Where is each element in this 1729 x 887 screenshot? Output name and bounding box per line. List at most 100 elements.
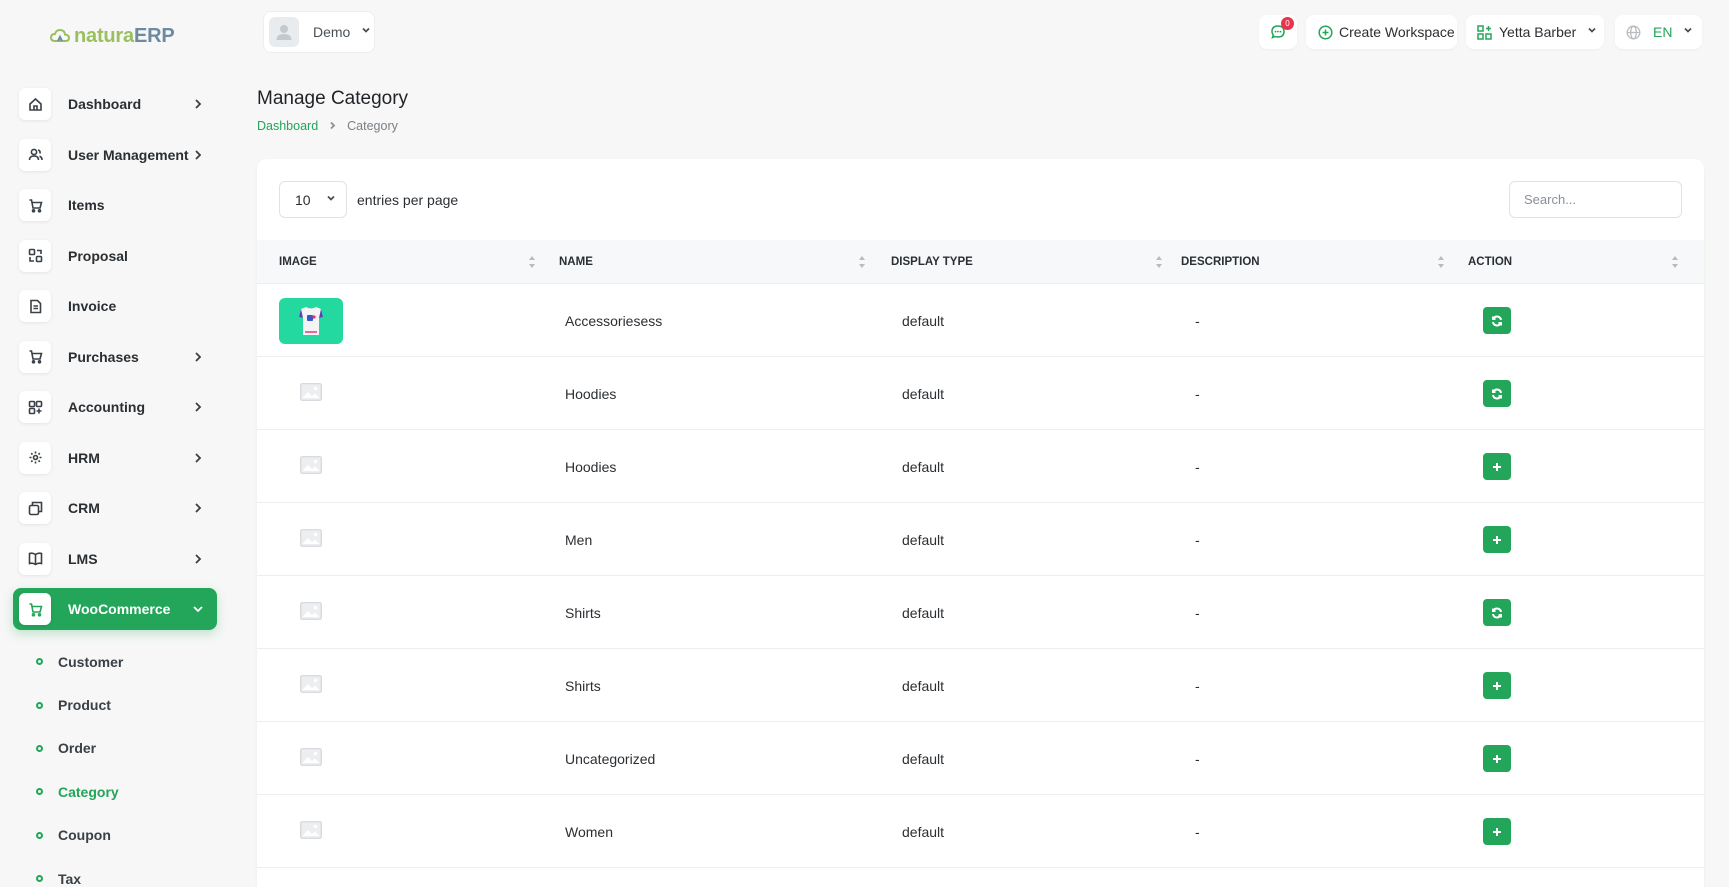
workspace-select[interactable]: Demo — [263, 11, 375, 53]
subnav-item-coupon[interactable]: Coupon — [0, 814, 236, 857]
chevron-down-icon — [360, 23, 372, 41]
sidebar-item-lms[interactable]: LMS — [13, 538, 217, 580]
chevron-down-icon — [325, 191, 337, 209]
cell-image — [279, 576, 322, 649]
cell-description: - — [1195, 458, 1200, 475]
table-row: Shirts default - — [257, 649, 1704, 722]
bullet-dot-icon — [36, 875, 43, 883]
chevron-right-icon — [328, 119, 337, 133]
workspace-name: Demo — [313, 24, 351, 40]
logo-text-part1: natura — [74, 24, 134, 47]
plus-icon — [1491, 680, 1503, 692]
add-button[interactable] — [1483, 672, 1511, 699]
image-placeholder-icon — [279, 602, 322, 623]
add-button[interactable] — [1483, 745, 1511, 772]
table-row: Hoodies default - — [257, 357, 1704, 430]
table-row: Men default - — [257, 503, 1704, 576]
sync-button[interactable] — [1483, 599, 1511, 626]
sort-arrows-icon[interactable] — [858, 255, 866, 269]
chevron-right-icon — [191, 400, 205, 414]
image-placeholder-icon — [279, 748, 322, 769]
column-header-description[interactable]: DESCRIPTION — [1181, 240, 1260, 284]
bullet-dot-icon — [36, 788, 43, 796]
sidebar-item-invoice[interactable]: Invoice — [13, 285, 217, 327]
cell-description: - — [1195, 604, 1200, 621]
sort-arrows-icon[interactable] — [1671, 255, 1679, 269]
sidebar-item-crm[interactable]: CRM — [13, 487, 217, 529]
column-header-name[interactable]: NAME — [559, 240, 593, 284]
sidebar-item-label: User Management — [68, 146, 189, 163]
book-icon — [19, 542, 51, 575]
subnav-item-category[interactable]: Category — [0, 770, 236, 813]
app-logo[interactable]: naturaERP — [50, 22, 175, 50]
cell-display-type: default — [902, 823, 945, 840]
cell-description: - — [1195, 385, 1200, 402]
sort-arrows-icon[interactable] — [1155, 255, 1163, 269]
notifications-button[interactable]: 0 — [1259, 15, 1297, 49]
subnav-item-customer[interactable]: Customer — [0, 640, 236, 683]
entries-per-page-select[interactable]: 10 — [279, 181, 347, 218]
plus-icon — [1491, 534, 1503, 546]
sidebar-item-purchases[interactable]: Purchases — [13, 336, 217, 378]
subnav-item-tax[interactable]: Tax — [0, 857, 236, 887]
sidebar-item-label: Proposal — [68, 247, 128, 264]
image-placeholder-icon — [279, 383, 322, 404]
add-button[interactable] — [1483, 526, 1511, 553]
cell-description: - — [1195, 750, 1200, 767]
sync-button[interactable] — [1483, 307, 1511, 334]
sidebar-item-proposal[interactable]: Proposal — [13, 235, 217, 277]
image-placeholder-icon — [279, 456, 322, 477]
sync-button[interactable] — [1483, 380, 1511, 407]
table-row: Shirts default - — [257, 576, 1704, 649]
subnav-item-label: Coupon — [58, 827, 111, 844]
bullet-dot-icon — [36, 701, 43, 709]
breadcrumb-dashboard-link[interactable]: Dashboard — [257, 119, 318, 133]
subnav-item-label: Customer — [58, 653, 124, 670]
cloud-logo-icon — [50, 28, 70, 42]
add-button[interactable] — [1483, 453, 1511, 480]
column-header-action[interactable]: ACTION — [1468, 240, 1512, 284]
chevron-right-icon — [191, 501, 205, 515]
sidebar-item-user-management[interactable]: User Management — [13, 134, 217, 176]
search-input[interactable] — [1509, 181, 1682, 218]
crm-icon — [19, 492, 51, 524]
sidebar-item-hrm[interactable]: HRM — [13, 437, 217, 479]
table-row: Hoodies default - — [257, 430, 1704, 503]
cell-display-type: default — [902, 312, 945, 329]
subnav-item-order[interactable]: Order — [0, 727, 236, 770]
bullet-dot-icon — [36, 831, 43, 839]
column-header-image[interactable]: IMAGE — [279, 240, 317, 284]
image-placeholder-icon — [279, 821, 322, 842]
user-menu-button[interactable]: Yetta Barber — [1466, 15, 1604, 49]
table-row: Accessoriesess default - — [257, 284, 1704, 357]
cell-image — [279, 649, 322, 722]
cell-name: Accessoriesess — [565, 312, 663, 329]
cell-image — [279, 284, 343, 357]
create-workspace-label: Create Workspace — [1339, 24, 1455, 40]
subnav-item-product[interactable]: Product — [0, 683, 236, 726]
create-workspace-button[interactable]: Create Workspace — [1306, 15, 1457, 49]
home-icon — [19, 88, 51, 120]
table-row: Women default - — [257, 795, 1704, 868]
column-header-display-type[interactable]: DISPLAY TYPE — [891, 240, 973, 284]
cart-icon — [19, 340, 51, 373]
sort-arrows-icon[interactable] — [528, 255, 536, 269]
apps-icon — [1477, 24, 1492, 40]
category-table-card: 10 entries per page IMAGE NAME DISPLAY TYP… — [257, 159, 1704, 887]
chevron-right-icon — [191, 350, 205, 364]
woocommerce-subnav: Customer Product Order Category Coupon Tax — [0, 640, 236, 887]
cell-action — [1483, 795, 1511, 868]
cell-action — [1483, 284, 1511, 357]
sidebar-item-accounting[interactable]: Accounting — [13, 386, 217, 428]
sidebar-item-dashboard[interactable]: Dashboard — [13, 83, 217, 125]
language-select[interactable]: EN — [1615, 15, 1702, 49]
cell-description: - — [1195, 312, 1200, 329]
sort-arrows-icon[interactable] — [1437, 255, 1445, 269]
sidebar-item-woocommerce[interactable]: WooCommerce — [13, 588, 217, 630]
cell-image — [279, 503, 322, 576]
sidebar-item-label: Dashboard — [68, 96, 142, 112]
chevron-right-icon — [191, 451, 205, 465]
sidebar-item-items[interactable]: Items — [13, 184, 217, 226]
add-button[interactable] — [1483, 818, 1511, 845]
sidebar-item-label: CRM — [68, 500, 100, 516]
